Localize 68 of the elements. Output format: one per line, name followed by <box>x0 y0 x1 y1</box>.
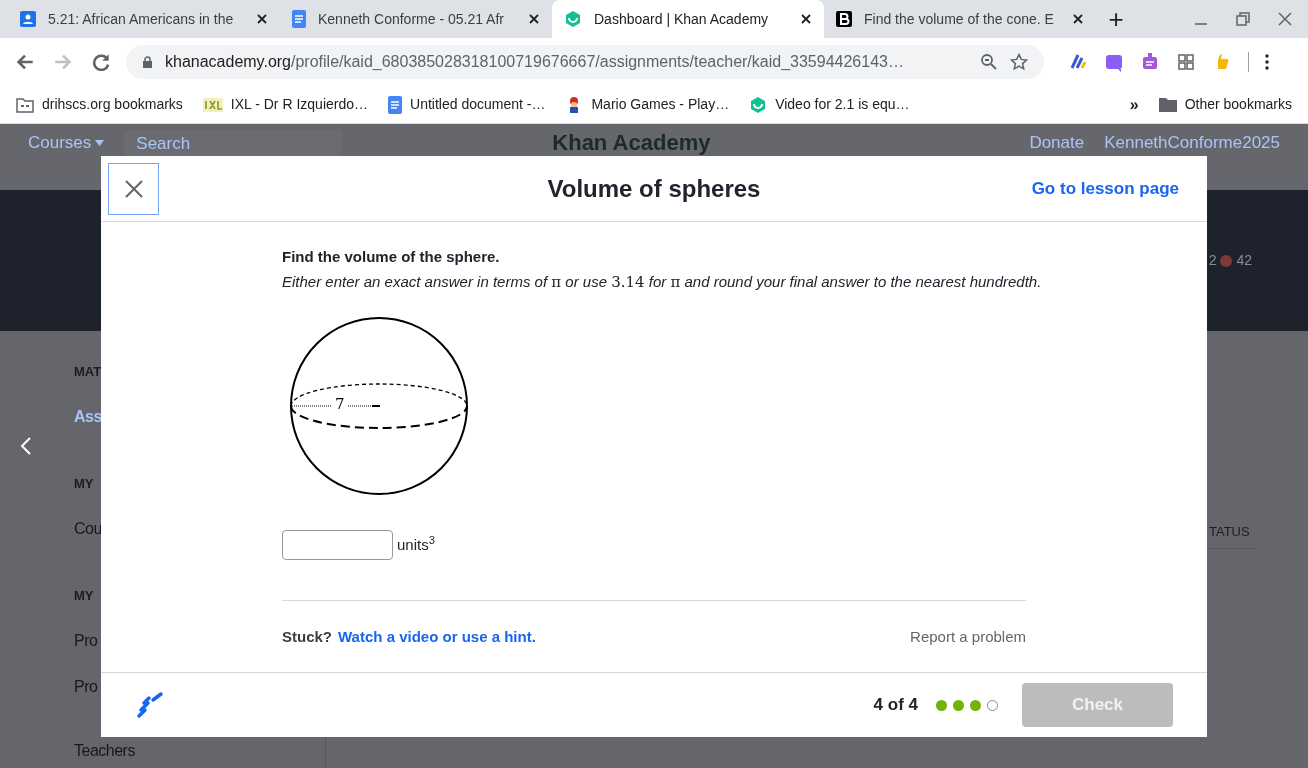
sidebar-link[interactable]: Pro <box>74 630 98 652</box>
question-instructions: Either enter an exact answer in terms of π or use 3.14 for π and round your final answer to the nearest hundredth. <box>282 271 1043 293</box>
menu-icon[interactable] <box>1265 54 1269 70</box>
speech-bubble-icon[interactable] <box>1104 52 1124 72</box>
courses-menu[interactable]: Courses <box>28 130 105 156</box>
tab-title: Find the volume of the cone. E <box>864 9 1055 29</box>
tab-title: Kenneth Conforme - 05.21 Afr <box>318 9 505 29</box>
grid-icon[interactable] <box>1176 52 1196 72</box>
restore-icon[interactable] <box>1236 12 1250 26</box>
close-icon[interactable] <box>800 13 812 25</box>
striped-logo-icon <box>202 97 223 112</box>
close-icon[interactable] <box>1072 13 1084 25</box>
badge-icon <box>1220 254 1233 267</box>
donate-link[interactable]: Donate <box>1029 130 1085 156</box>
url-text: khanacademy.org/profile/kaid_680385028318100719676667/assignments/teacher/kaid_33594426143… <box>165 52 905 72</box>
hint-link[interactable]: Watch a video or use a hint. <box>338 626 536 649</box>
stat-count: 2 <box>1208 251 1217 270</box>
sidebar-link[interactable]: Teachers <box>74 740 135 762</box>
stat-count: 42 <box>1236 251 1252 270</box>
hexagon-icon <box>749 95 768 114</box>
reload-icon[interactable] <box>92 53 110 71</box>
bookmark-item[interactable]: drihscs.org bookmarks <box>16 94 183 115</box>
folder-icon <box>1158 97 1177 112</box>
address-bar[interactable]: khanacademy.org/profile/kaid_680385028318100719676667/assignments/teacher/kaid_33594426143… <box>126 45 1044 79</box>
progress-count: 4 of 4 <box>873 694 918 717</box>
close-icon[interactable] <box>256 13 268 25</box>
close-icon[interactable] <box>528 13 540 25</box>
browser-tab[interactable]: Kenneth Conforme - 05.21 Afr <box>280 0 552 38</box>
folder-icon <box>16 96 34 113</box>
square-logo-icon <box>836 11 852 27</box>
more-bookmarks-button[interactable]: » <box>1129 92 1139 117</box>
tab-title: Dashboard | Khan Academy <box>594 9 770 29</box>
column-header: TATUS <box>1209 523 1250 541</box>
sidebar-link[interactable]: Pro <box>74 676 98 698</box>
close-icon <box>124 179 143 198</box>
document-icon <box>388 95 403 114</box>
stuck-label: Stuck? <box>282 627 332 647</box>
sidebar-link[interactable]: Cou <box>74 518 102 540</box>
hexagon-icon <box>564 10 582 28</box>
username-link[interactable]: KennethConforme2025 <box>1104 130 1280 156</box>
modal-title: Volume of spheres <box>547 173 761 204</box>
lock-icon <box>142 55 153 69</box>
section-heading: MY <box>74 588 94 604</box>
star-icon[interactable] <box>1010 53 1028 71</box>
answer-field[interactable] <box>282 530 393 560</box>
report-problem-link[interactable]: Report a problem <box>910 626 1026 649</box>
bookmark-item[interactable]: IXL - Dr R Izquierdo… <box>202 94 369 115</box>
bookmark-folder[interactable]: Other bookmarks <box>1158 94 1292 115</box>
close-button[interactable] <box>108 162 159 215</box>
new-tab-button[interactable]: + <box>1096 0 1136 38</box>
caret-icon <box>95 139 105 146</box>
bookmark-item[interactable]: Video for 2.1 is equ… <box>749 94 910 115</box>
back-arrow-icon[interactable] <box>16 53 34 71</box>
browser-tab[interactable]: Dashboard | Khan Academy <box>552 0 824 38</box>
tab-title: 5.21: African Americans in the <box>48 9 235 29</box>
sidebar-link[interactable]: Ass <box>74 406 102 428</box>
bookmark-item[interactable]: Untitled document -… <box>388 94 546 115</box>
section-heading: MY <box>74 476 94 492</box>
document-icon <box>292 10 306 28</box>
question-prompt: Find the volume of the sphere. <box>282 247 501 267</box>
browser-tab[interactable]: Find the volume of the cone. E <box>824 0 1096 38</box>
person-badge-icon <box>20 11 36 27</box>
zoom-icon[interactable] <box>980 53 998 71</box>
lesson-page-link[interactable]: Go to lesson page <box>1031 175 1179 202</box>
section-heading: MAT <box>74 364 102 380</box>
bookmark-item[interactable]: Mario Games - Play… <box>565 94 730 115</box>
unit-label: units$^{3}$ <box>397 533 435 555</box>
browser-tab[interactable]: 5.21: African Americans in the <box>8 0 280 38</box>
